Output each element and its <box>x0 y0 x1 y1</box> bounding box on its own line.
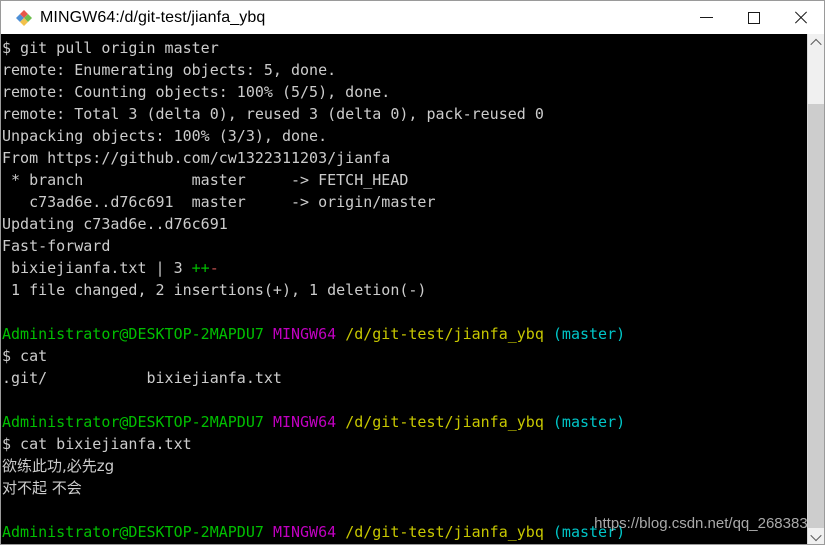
terminal-blank <box>2 391 11 409</box>
git-bash-icon <box>10 7 32 29</box>
prompt-branch: (master) <box>552 413 626 431</box>
title-bar[interactable]: MINGW64:/d/git-test/jianfa_ybq <box>1 1 824 35</box>
terminal-line: * branch master -> FETCH_HEAD <box>1 169 807 191</box>
terminal-line: $ cat <box>1 345 807 367</box>
terminal-window: MINGW64:/d/git-test/jianfa_ybq $ git pul… <box>0 0 825 545</box>
terminal-output: $ git pull origin master remote: Enumerat… <box>1 37 807 544</box>
window-title: MINGW64:/d/git-test/jianfa_ybq <box>40 8 266 26</box>
prompt-user-host: Administrator@DESKTOP-2MAPDU7 <box>2 413 264 431</box>
minimize-icon <box>700 17 713 18</box>
terminal-line: $ cat bixiejianfa.txt <box>1 433 807 455</box>
prompt-shell-name: MINGW64 <box>272 523 337 541</box>
terminal-line: .git/ bixiejianfa.txt <box>1 367 807 389</box>
terminal-text: $ cat <box>2 347 48 365</box>
terminal-text: Fast-forward <box>2 237 111 255</box>
chevron-down-icon <box>810 529 822 541</box>
maximize-icon <box>747 11 760 24</box>
prompt-path: /d/git-test/jianfa_ybq <box>345 325 544 343</box>
terminal-line <box>1 499 807 521</box>
scrollbar-thumb[interactable] <box>808 104 824 528</box>
terminal-text: c73ad6e..d76c691 master -> origin/master <box>2 193 436 211</box>
terminal-diffstat-line: bixiejianfa.txt | 3 ++- <box>1 257 807 279</box>
scroll-down-button[interactable] <box>808 528 824 544</box>
prompt-path: /d/git-test/jianfa_ybq <box>345 413 544 431</box>
terminal-line: Fast-forward <box>1 235 807 257</box>
terminal-line: $ git pull origin master <box>1 37 807 59</box>
prompt-branch: (master) <box>552 325 626 343</box>
minimize-button[interactable] <box>683 1 730 34</box>
terminal-text: 对不起 不会 <box>2 479 82 497</box>
terminal-prompt-line: Administrator@DESKTOP-2MAPDU7 MINGW64 /d… <box>1 521 807 543</box>
close-button[interactable] <box>777 1 824 34</box>
prompt-user-host: Administrator@DESKTOP-2MAPDU7 <box>2 325 264 343</box>
prompt-branch: (master) <box>552 523 626 541</box>
terminal-text: 1 file changed, 2 insertions(+), 1 delet… <box>2 281 427 299</box>
scroll-up-button[interactable] <box>808 34 824 51</box>
terminal-screen[interactable]: $ git pull origin master remote: Enumerat… <box>1 34 807 544</box>
terminal-text: $ cat bixiejianfa.txt <box>2 435 192 453</box>
terminal-text: remote: Counting objects: 100% (5/5), do… <box>2 83 391 101</box>
scrollbar-track[interactable] <box>808 51 824 104</box>
terminal-blank <box>2 303 11 321</box>
diffstat-file: bixiejianfa.txt | 3 <box>2 259 192 277</box>
terminal-text: * branch master -> FETCH_HEAD <box>2 171 409 189</box>
chevron-up-icon <box>810 38 822 50</box>
terminal-line: 欲练此功,必先zg <box>1 455 807 477</box>
diffstat-deletions: - <box>209 259 219 277</box>
close-icon <box>793 10 808 25</box>
terminal-text: Unpacking objects: 100% (3/3), done. <box>2 127 328 145</box>
terminal-line: From https://github.com/cw1322311203/jia… <box>1 147 807 169</box>
terminal-text: remote: Enumerating objects: 5, done. <box>2 61 337 79</box>
prompt-path: /d/git-test/jianfa_ybq <box>345 523 544 541</box>
terminal-blank <box>2 501 11 519</box>
diffstat-additions: ++ <box>191 259 210 277</box>
terminal-scrollbar[interactable] <box>807 34 824 544</box>
terminal-line: remote: Counting objects: 100% (5/5), do… <box>1 81 807 103</box>
terminal-prompt-line: Administrator@DESKTOP-2MAPDU7 MINGW64 /d… <box>1 411 807 433</box>
terminal-line: Updating c73ad6e..d76c691 <box>1 213 807 235</box>
terminal-line: c73ad6e..d76c691 master -> origin/master <box>1 191 807 213</box>
terminal-line: remote: Enumerating objects: 5, done. <box>1 59 807 81</box>
terminal-line: Unpacking objects: 100% (3/3), done. <box>1 125 807 147</box>
terminal-text: From https://github.com/cw1322311203/jia… <box>2 149 391 167</box>
terminal-line: 1 file changed, 2 insertions(+), 1 delet… <box>1 279 807 301</box>
terminal-text: $ git pull origin master <box>2 39 219 57</box>
terminal-line <box>1 301 807 323</box>
terminal-text: 欲练此功,必先zg <box>2 457 115 475</box>
terminal-text: Updating c73ad6e..d76c691 <box>2 215 228 233</box>
maximize-button[interactable] <box>730 1 777 34</box>
window-controls <box>683 1 824 34</box>
terminal-line: 对不起 不会 <box>1 477 807 499</box>
terminal-line <box>1 389 807 411</box>
prompt-user-host: Administrator@DESKTOP-2MAPDU7 <box>2 523 264 541</box>
terminal-prompt-line: Administrator@DESKTOP-2MAPDU7 MINGW64 /d… <box>1 323 807 345</box>
terminal-text: remote: Total 3 (delta 0), reused 3 (del… <box>2 105 544 123</box>
prompt-shell-name: MINGW64 <box>272 325 337 343</box>
prompt-shell-name: MINGW64 <box>272 413 337 431</box>
terminal-text: .git/ bixiejianfa.txt <box>2 369 282 387</box>
terminal-line: remote: Total 3 (delta 0), reused 3 (del… <box>1 103 807 125</box>
